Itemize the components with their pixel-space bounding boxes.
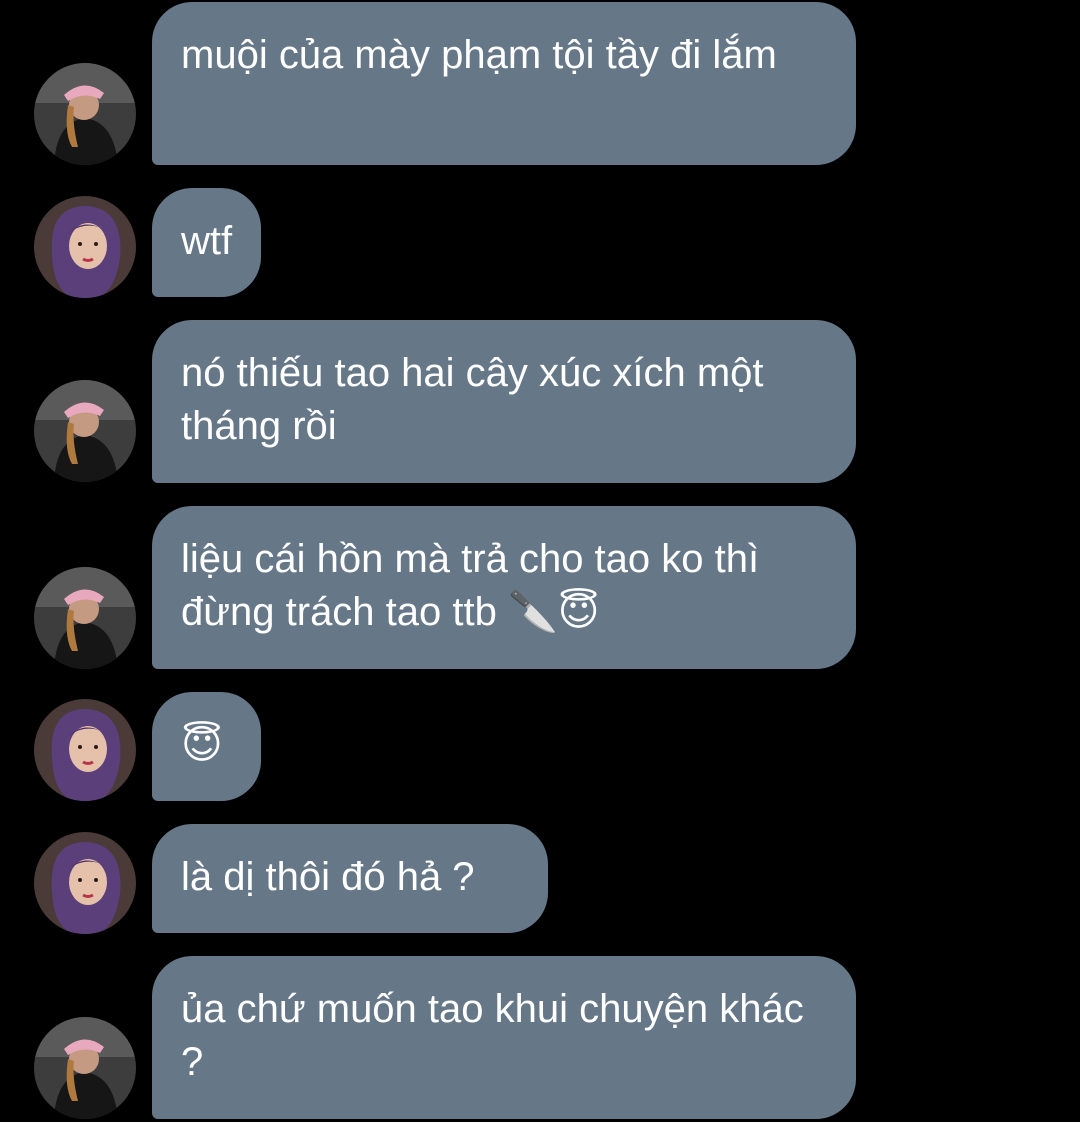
avatar-a[interactable] [34,1017,136,1119]
message-bubble[interactable]: ủa chứ muốn tao khui chuyện khác ? [152,956,856,1119]
avatar-b-icon [34,832,136,934]
avatar-b[interactable] [34,832,136,934]
avatar-b-icon [34,699,136,801]
message-bubble[interactable]: liệu cái hồn mà trả cho tao ko thì đừng … [152,506,856,669]
avatar-a[interactable] [34,63,136,165]
avatar-a-icon [34,63,136,165]
avatar-b[interactable] [34,699,136,801]
avatar-b[interactable] [34,196,136,298]
avatar-a-icon [34,380,136,482]
avatar-b-icon [34,196,136,298]
message-bubble[interactable]: nó thiếu tao hai cây xúc xích một tháng … [152,320,856,483]
avatar-a-icon [34,567,136,669]
message-bubble[interactable]: muội của mày phạm tội tầy đi lắm [152,2,856,165]
avatar-a[interactable] [34,380,136,482]
message-bubble[interactable]: là dị thôi đó hả ? [152,824,548,933]
avatar-a[interactable] [34,567,136,669]
avatar-a-icon [34,1017,136,1119]
message-bubble[interactable]: wtf [152,188,262,297]
message-bubble[interactable]: 😇 [152,692,261,801]
